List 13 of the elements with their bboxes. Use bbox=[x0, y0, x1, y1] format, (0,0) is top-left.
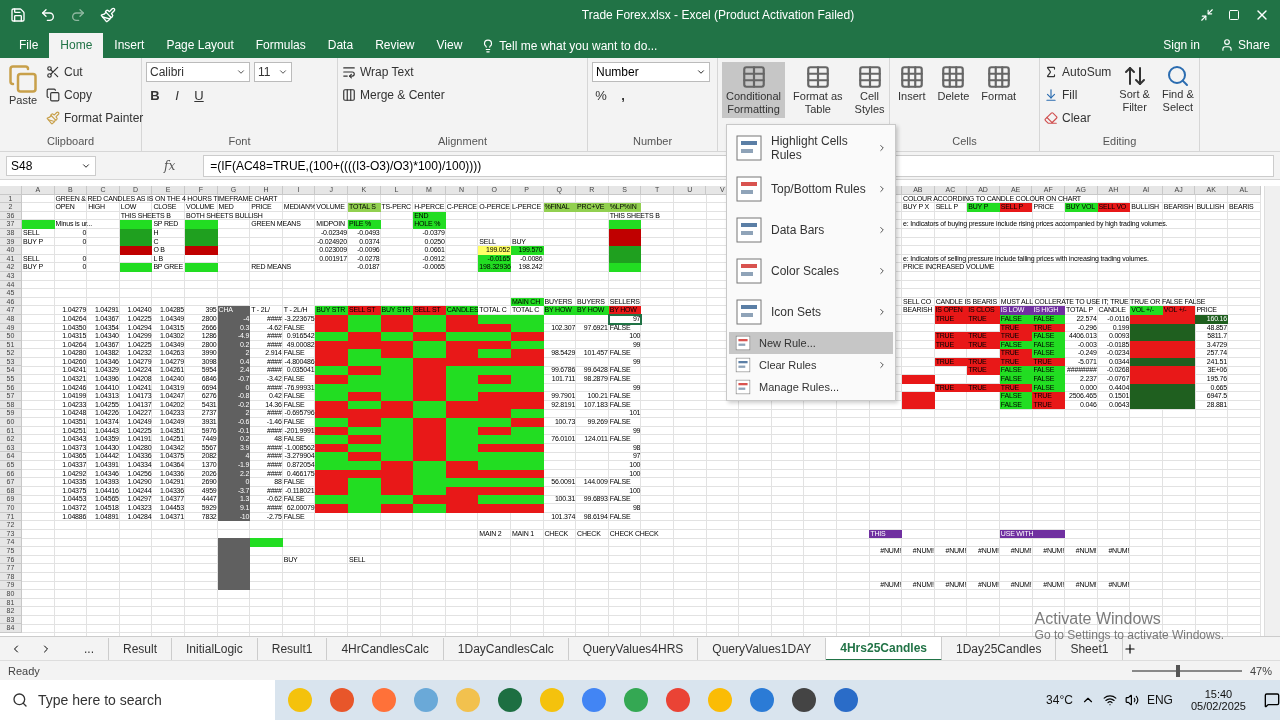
group-label: Font bbox=[227, 135, 252, 149]
group-label: Alignment bbox=[437, 135, 488, 149]
group-label: Number bbox=[631, 135, 674, 149]
group-label: Editing bbox=[1101, 135, 1138, 149]
clock: 15:40 05/02/2025 bbox=[1189, 688, 1247, 712]
activation-title: Activate Windows bbox=[1034, 610, 1161, 628]
group-label: Clipboard bbox=[45, 135, 96, 149]
group-label: Cells bbox=[951, 135, 978, 149]
window-title: Trade Forex.xlsx - Excel (Product Activation Failed) bbox=[580, 8, 856, 22]
weather-text: 34°C bbox=[1046, 693, 1073, 707]
status-text: Ready bbox=[8, 664, 40, 677]
language-text: ENG bbox=[1146, 693, 1173, 707]
zoom-level: 47% bbox=[1249, 664, 1272, 677]
